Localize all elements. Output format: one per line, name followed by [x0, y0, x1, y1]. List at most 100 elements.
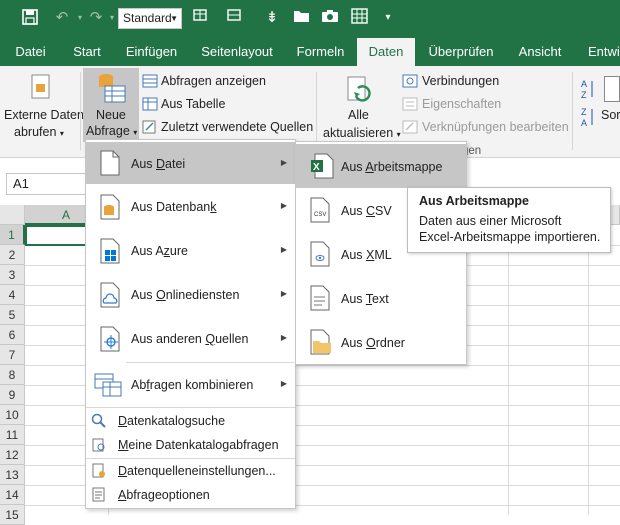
- menu-item-label: Aus Ordner: [341, 336, 405, 350]
- insert-rows-icon[interactable]: ⇟: [262, 8, 282, 28]
- cloud-icon: [100, 282, 120, 308]
- recent-sources-icon: [142, 120, 156, 134]
- menu-item-aus-datei[interactable]: Aus Datei ▶: [86, 142, 295, 184]
- show-queries-button[interactable]: Abfragen anzeigen: [142, 73, 312, 91]
- svg-text:Z: Z: [581, 107, 587, 117]
- chevron-right-icon: ▶: [280, 289, 287, 298]
- tab-ansicht[interactable]: Ansicht: [507, 38, 573, 66]
- name-box[interactable]: A1: [6, 173, 86, 195]
- svg-text:X: X: [313, 162, 320, 173]
- csv-file-icon: CSV: [310, 197, 330, 223]
- menu-item-label: Abfragen kombinieren: [131, 378, 254, 392]
- new-query-label-2: Abfrage ▾: [86, 124, 138, 138]
- row-header-9[interactable]: 9: [0, 385, 25, 405]
- new-query-button[interactable]: Neue Abfrage ▾: [83, 68, 139, 142]
- camera-icon[interactable]: [320, 8, 340, 28]
- menu-item-label: Aus Arbeitsmappe: [341, 160, 443, 174]
- row-header-1[interactable]: 1: [0, 225, 25, 245]
- menu-item-abfragen-kombinieren[interactable]: Abfragen kombinieren ▶: [86, 364, 295, 406]
- undo-icon[interactable]: ↶: [52, 8, 72, 28]
- sort-dialog-icon[interactable]: [604, 76, 620, 102]
- edit-links-icon: [402, 120, 418, 134]
- properties-button[interactable]: Eigenschaften: [402, 96, 572, 114]
- refresh-all-icon: [346, 76, 372, 109]
- combine-queries-icon: [94, 373, 122, 397]
- properties-icon: [402, 97, 418, 111]
- row-header-7[interactable]: 7: [0, 345, 25, 365]
- format-icon[interactable]: [192, 8, 212, 28]
- data-source-settings-icon: [92, 463, 105, 478]
- row-header-5[interactable]: 5: [0, 305, 25, 325]
- menu-item-meine-datenkatalogabfragen[interactable]: Meine Datenkatalogabfragen: [86, 434, 295, 456]
- row-header-14[interactable]: 14: [0, 485, 25, 505]
- menu-item-aus-arbeitsmappe[interactable]: X Aus Arbeitsmappe: [296, 144, 466, 188]
- row-header-6[interactable]: 6: [0, 325, 25, 345]
- row-header-11[interactable]: 11: [0, 425, 25, 445]
- row-header-3[interactable]: 3: [0, 265, 25, 285]
- from-file-submenu: X Aus Arbeitsmappe CSV Aus CSV Aus XML A…: [295, 141, 467, 365]
- menu-item-abfrageoptionen[interactable]: Abfrageoptionen: [86, 484, 295, 506]
- show-queries-icon: [142, 74, 158, 88]
- menu-separator: [86, 458, 295, 459]
- recent-sources-button[interactable]: Zuletzt verwendete Quellen: [142, 119, 313, 137]
- tooltip-line-2: Excel-Arbeitsmappe importieren.: [419, 230, 601, 244]
- tab-daten[interactable]: Daten: [357, 38, 415, 66]
- menu-item-datenquelleneinstellungen[interactable]: Datenquelleneinstellungen...: [86, 460, 295, 482]
- external-data-button[interactable]: Externe Daten abrufen ▾: [2, 70, 84, 142]
- query-options-icon: [92, 487, 105, 502]
- quick-access-toolbar: ↶ ▾ ↷ ▾ Standard ▼ ⇟ ▾: [0, 0, 620, 38]
- select-all-corner[interactable]: [0, 205, 25, 225]
- xml-file-icon: [310, 241, 330, 267]
- customize-qat-icon[interactable]: ▾: [378, 8, 398, 28]
- row-header-2[interactable]: 2: [0, 245, 25, 265]
- from-table-icon: [142, 97, 158, 111]
- menu-item-aus-azure[interactable]: Aus Azure ▶: [86, 230, 295, 272]
- row-header-8[interactable]: 8: [0, 365, 25, 385]
- save-icon[interactable]: [20, 8, 40, 28]
- grid-icon[interactable]: [350, 8, 370, 28]
- tab-ueberpruefen[interactable]: Überprüfen: [415, 38, 507, 66]
- tooltip: Aus Arbeitsmappe Daten aus einer Microso…: [407, 187, 611, 253]
- text-file-icon: [310, 285, 330, 311]
- menu-item-aus-anderen-quellen[interactable]: Aus anderen Quellen ▶: [86, 318, 295, 360]
- show-queries-label: Abfragen anzeigen: [161, 74, 266, 88]
- refresh-all-button[interactable]: Alle aktualisieren ▾: [320, 70, 401, 142]
- edit-links-button[interactable]: Verknüpfungen bearbeiten: [402, 119, 572, 137]
- from-table-button[interactable]: Aus Tabelle: [142, 96, 312, 114]
- table-format-icon[interactable]: [226, 8, 246, 28]
- tab-einfuegen[interactable]: Einfügen: [113, 38, 190, 66]
- svg-text:Z: Z: [581, 90, 587, 100]
- tab-datei[interactable]: Datei: [0, 38, 61, 66]
- menu-item-label: Datenkatalogsuche: [118, 414, 226, 428]
- external-data-icon: [30, 74, 52, 103]
- connections-button[interactable]: Verbindungen: [402, 73, 572, 91]
- refresh-all-label-1: Alle: [348, 108, 369, 122]
- sort-za-icon[interactable]: ZA: [580, 106, 596, 131]
- svg-text:CSV: CSV: [314, 212, 326, 218]
- sort-az-icon[interactable]: AZ: [580, 78, 596, 103]
- chevron-right-icon: ▶: [280, 379, 287, 388]
- menu-item-aus-ordner[interactable]: Aus Ordner: [296, 320, 466, 364]
- menu-item-datenkatalogsuche[interactable]: Datenkatalogsuche: [86, 410, 295, 432]
- row-header-12[interactable]: 12: [0, 445, 25, 465]
- new-query-menu: Aus Datei ▶ Aus Datenbank ▶ Aus Azure ▶ …: [85, 139, 296, 509]
- edit-links-label: Verknüpfungen bearbeiten: [422, 120, 569, 134]
- menu-item-aus-text[interactable]: Aus Text: [296, 276, 466, 320]
- menu-item-aus-datenbank[interactable]: Aus Datenbank ▶: [86, 186, 295, 228]
- menu-item-aus-onlinediensten[interactable]: Aus Onlinediensten ▶: [86, 274, 295, 316]
- tab-seitenlayout[interactable]: Seitenlayout: [190, 38, 284, 66]
- ribbon-separator: [80, 72, 81, 150]
- ribbon-separator: [316, 72, 317, 150]
- cell-style-select[interactable]: Standard ▼: [118, 8, 182, 29]
- ribbon-separator: [572, 72, 573, 150]
- row-header-15[interactable]: 15: [0, 505, 25, 525]
- row-header-10[interactable]: 10: [0, 405, 25, 425]
- row-header-13[interactable]: 13: [0, 465, 25, 485]
- tab-entwicklertools[interactable]: Entwic: [588, 38, 620, 66]
- row-header-4[interactable]: 4: [0, 285, 25, 305]
- open-folder-icon[interactable]: [292, 8, 312, 28]
- tab-formeln[interactable]: Formeln: [284, 38, 357, 66]
- tab-start[interactable]: Start: [61, 38, 113, 66]
- svg-text:A: A: [581, 79, 587, 89]
- menu-item-label: Aus Onlinediensten: [131, 288, 240, 302]
